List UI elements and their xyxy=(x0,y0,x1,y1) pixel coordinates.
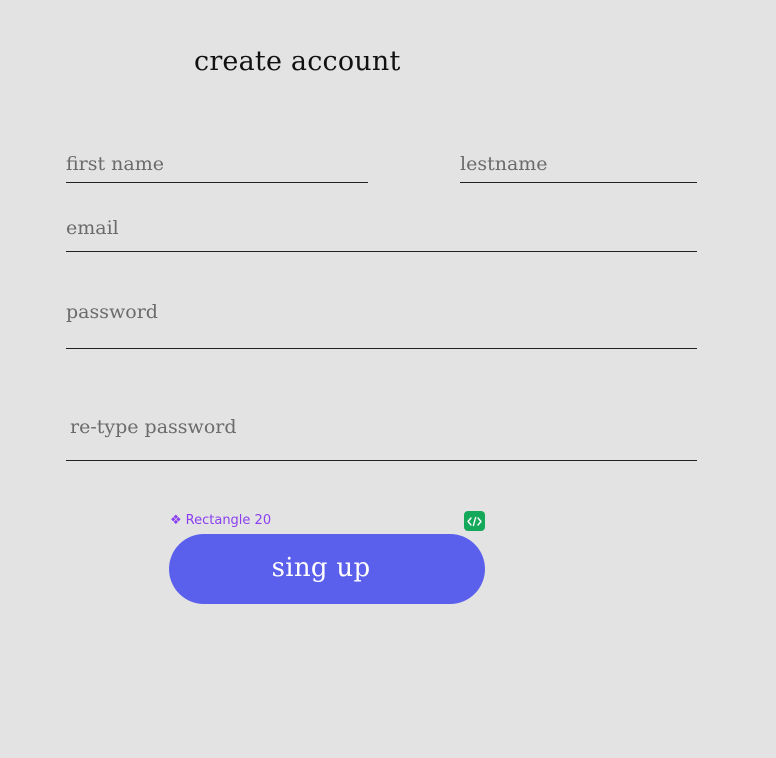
last-name-field xyxy=(460,150,697,184)
last-name-input[interactable] xyxy=(460,150,697,178)
last-name-underline xyxy=(460,182,697,183)
retype-password-field xyxy=(66,413,701,463)
component-label-text: Rectangle 20 xyxy=(185,513,272,528)
email-underline xyxy=(66,251,697,252)
code-brackets-icon[interactable] xyxy=(464,511,485,531)
email-field xyxy=(66,214,697,254)
component-diamond-icon: ❖ xyxy=(170,513,182,528)
password-field xyxy=(66,298,697,352)
retype-password-underline xyxy=(66,460,697,461)
password-underline xyxy=(66,348,697,349)
page-title: create account xyxy=(194,46,401,77)
first-name-underline xyxy=(66,182,368,183)
signup-button[interactable]: sing up xyxy=(169,534,485,604)
component-label[interactable]: ❖ Rectangle 20 xyxy=(170,513,271,528)
retype-password-input[interactable] xyxy=(66,413,701,441)
code-brackets-glyph xyxy=(467,516,482,526)
first-name-input[interactable] xyxy=(66,150,368,178)
signup-button-label: sing up xyxy=(271,553,371,583)
password-input[interactable] xyxy=(66,298,697,326)
email-input[interactable] xyxy=(66,214,697,242)
first-name-field xyxy=(66,150,368,184)
